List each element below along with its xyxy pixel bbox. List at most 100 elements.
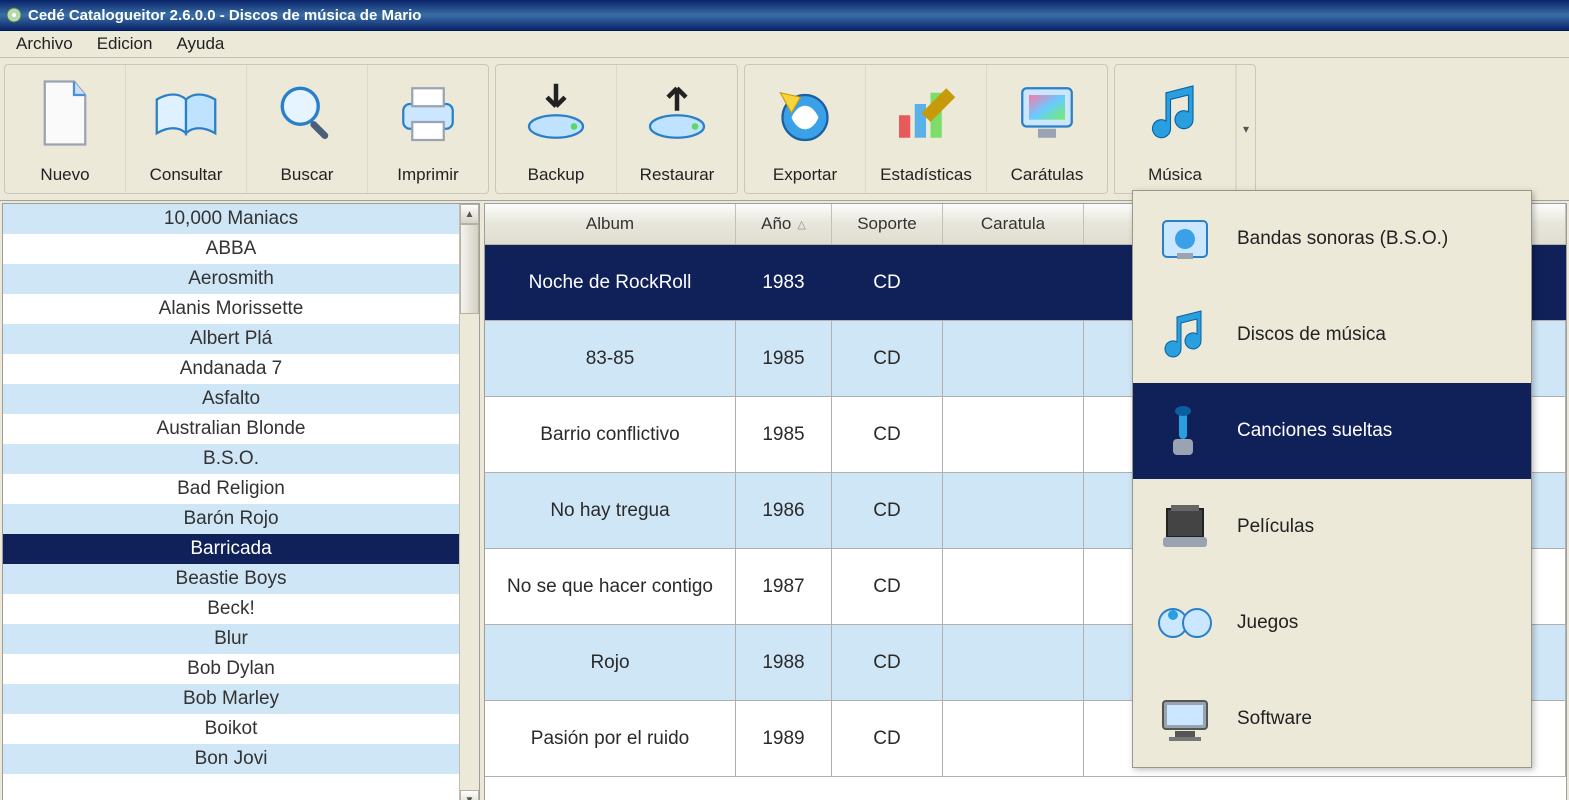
backup-label: Backup xyxy=(528,165,585,185)
cell-ano: 1985 xyxy=(736,397,832,472)
artist-row[interactable]: Bad Religion xyxy=(3,474,459,504)
popup-item-icon xyxy=(1145,399,1225,463)
artist-row[interactable]: Bob Dylan xyxy=(3,654,459,684)
artist-row[interactable]: Barricada xyxy=(3,534,459,564)
cell-caratula xyxy=(943,701,1084,776)
musica-button[interactable]: Música xyxy=(1115,65,1236,193)
col-album[interactable]: Album xyxy=(485,204,736,244)
chart-brush-icon xyxy=(890,65,962,161)
popup-item[interactable]: Bandas sonoras (B.S.O.) xyxy=(1133,191,1531,287)
cell-ano: 1986 xyxy=(736,473,832,548)
imprimir-label: Imprimir xyxy=(397,165,458,185)
col-soporte[interactable]: Soporte xyxy=(832,204,943,244)
popup-item[interactable]: Software xyxy=(1133,671,1531,767)
new-file-icon xyxy=(29,65,101,161)
artist-row[interactable]: Australian Blonde xyxy=(3,414,459,444)
exportar-label: Exportar xyxy=(773,165,837,185)
artist-row[interactable]: Beck! xyxy=(3,594,459,624)
artist-row[interactable]: Asfalto xyxy=(3,384,459,414)
cell-soporte: CD xyxy=(832,549,943,624)
nuevo-button[interactable]: Nuevo xyxy=(5,65,126,193)
musica-dropdown-popup: Bandas sonoras (B.S.O.) Discos de música C… xyxy=(1132,190,1532,768)
artist-row[interactable]: Aerosmith xyxy=(3,264,459,294)
artist-row[interactable]: Albert Plá xyxy=(3,324,459,354)
artist-row[interactable]: Beastie Boys xyxy=(3,564,459,594)
cell-caratula xyxy=(943,549,1084,624)
magnifier-icon xyxy=(271,65,343,161)
scroll-thumb[interactable] xyxy=(460,224,479,314)
scroll-down-button[interactable]: ▼ xyxy=(460,790,479,800)
scroll-up-button[interactable]: ▲ xyxy=(460,204,479,224)
menubar: Archivo Edicion Ayuda xyxy=(0,31,1569,58)
popup-item-label: Bandas sonoras (B.S.O.) xyxy=(1225,228,1531,250)
cell-album: No hay tregua xyxy=(485,473,736,548)
toolbar-group-tools: Exportar Estadísticas Carátulas xyxy=(744,64,1108,194)
artist-row[interactable]: Andanada 7 xyxy=(3,354,459,384)
artist-row[interactable]: Bon Jovi xyxy=(3,744,459,774)
window-title: Cedé Catalogueitor 2.6.0.0 - Discos de m… xyxy=(28,7,421,24)
scrollbar[interactable]: ▲ ▼ xyxy=(459,204,479,800)
drive-down-icon xyxy=(520,65,592,161)
toolbar-group-backup: Backup Restaurar xyxy=(495,64,738,194)
menu-ayuda[interactable]: Ayuda xyxy=(168,32,240,56)
printer-icon xyxy=(392,65,464,161)
caratulas-button[interactable]: Carátulas xyxy=(987,65,1107,193)
popup-item-icon xyxy=(1145,303,1225,367)
cell-caratula xyxy=(943,321,1084,396)
artist-row[interactable]: Alanis Morissette xyxy=(3,294,459,324)
buscar-button[interactable]: Buscar xyxy=(247,65,368,193)
toolbar-group-musica: Música ▾ xyxy=(1114,64,1256,194)
artist-row[interactable]: Barón Rojo xyxy=(3,504,459,534)
cell-soporte: CD xyxy=(832,245,943,320)
cell-soporte: CD xyxy=(832,473,943,548)
popup-item[interactable]: Juegos xyxy=(1133,575,1531,671)
popup-item[interactable]: Discos de música xyxy=(1133,287,1531,383)
popup-item-icon xyxy=(1145,687,1225,751)
popup-item-label: Software xyxy=(1225,708,1531,730)
popup-item-icon xyxy=(1145,495,1225,559)
restaurar-button[interactable]: Restaurar xyxy=(617,65,737,193)
artist-row[interactable]: B.S.O. xyxy=(3,444,459,474)
imprimir-button[interactable]: Imprimir xyxy=(368,65,488,193)
cell-caratula xyxy=(943,245,1084,320)
artist-row[interactable]: Boikot xyxy=(3,714,459,744)
titlebar: Cedé Catalogueitor 2.6.0.0 - Discos de m… xyxy=(0,0,1569,31)
nuevo-label: Nuevo xyxy=(40,165,89,185)
popup-item[interactable]: Canciones sueltas xyxy=(1133,383,1531,479)
exportar-button[interactable]: Exportar xyxy=(745,65,866,193)
popup-item-icon xyxy=(1145,591,1225,655)
export-ie-icon xyxy=(769,65,841,161)
music-note-icon xyxy=(1139,65,1211,161)
open-book-icon xyxy=(150,65,222,161)
consultar-button[interactable]: Consultar xyxy=(126,65,247,193)
popup-item-icon xyxy=(1145,207,1225,271)
popup-item[interactable]: Películas xyxy=(1133,479,1531,575)
artist-row[interactable]: ABBA xyxy=(3,234,459,264)
buscar-label: Buscar xyxy=(281,165,334,185)
cell-ano: 1987 xyxy=(736,549,832,624)
estadisticas-button[interactable]: Estadísticas xyxy=(866,65,987,193)
cell-album: No se que hacer contigo xyxy=(485,549,736,624)
popup-item-label: Discos de música xyxy=(1225,324,1531,346)
monitor-icon xyxy=(1011,65,1083,161)
backup-button[interactable]: Backup xyxy=(496,65,617,193)
col-ano[interactable]: Año△ xyxy=(736,204,832,244)
musica-dropdown-arrow[interactable]: ▾ xyxy=(1236,65,1255,193)
cell-soporte: CD xyxy=(832,701,943,776)
cell-soporte: CD xyxy=(832,625,943,700)
cell-album: Barrio conflictivo xyxy=(485,397,736,472)
cell-ano: 1989 xyxy=(736,701,832,776)
estadisticas-label: Estadísticas xyxy=(880,165,972,185)
cell-ano: 1988 xyxy=(736,625,832,700)
sort-asc-icon: △ xyxy=(797,218,805,231)
artist-row[interactable]: 10,000 Maniacs xyxy=(3,204,459,234)
artist-row[interactable]: Bob Marley xyxy=(3,684,459,714)
restaurar-label: Restaurar xyxy=(640,165,715,185)
cell-album: Rojo xyxy=(485,625,736,700)
menu-archivo[interactable]: Archivo xyxy=(8,32,89,56)
artist-row[interactable]: Blur xyxy=(3,624,459,654)
menu-edicion[interactable]: Edicion xyxy=(89,32,169,56)
popup-item-label: Películas xyxy=(1225,516,1531,538)
col-caratula[interactable]: Caratula xyxy=(943,204,1084,244)
cell-album: 83-85 xyxy=(485,321,736,396)
